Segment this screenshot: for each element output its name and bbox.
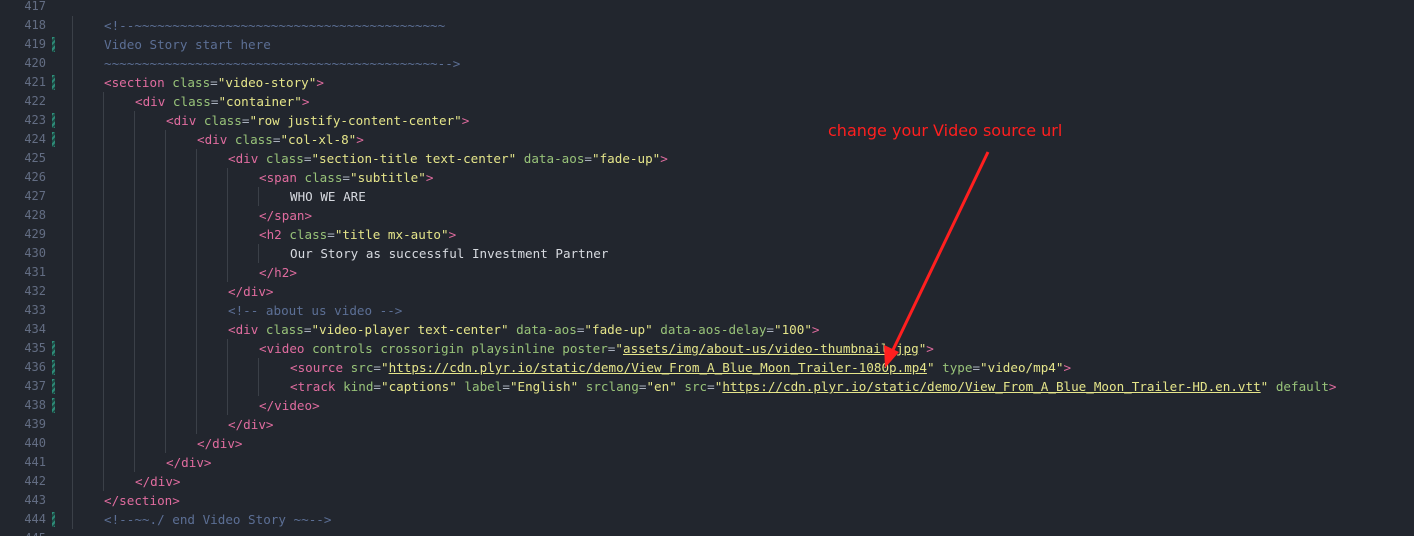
code-editor[interactable]: 417 418 <!--~~~~~~~~~~~~~~~~~~~~~~~~~~~~~~… [0,0,1414,536]
annotation-arrow-icon [884,151,990,368]
